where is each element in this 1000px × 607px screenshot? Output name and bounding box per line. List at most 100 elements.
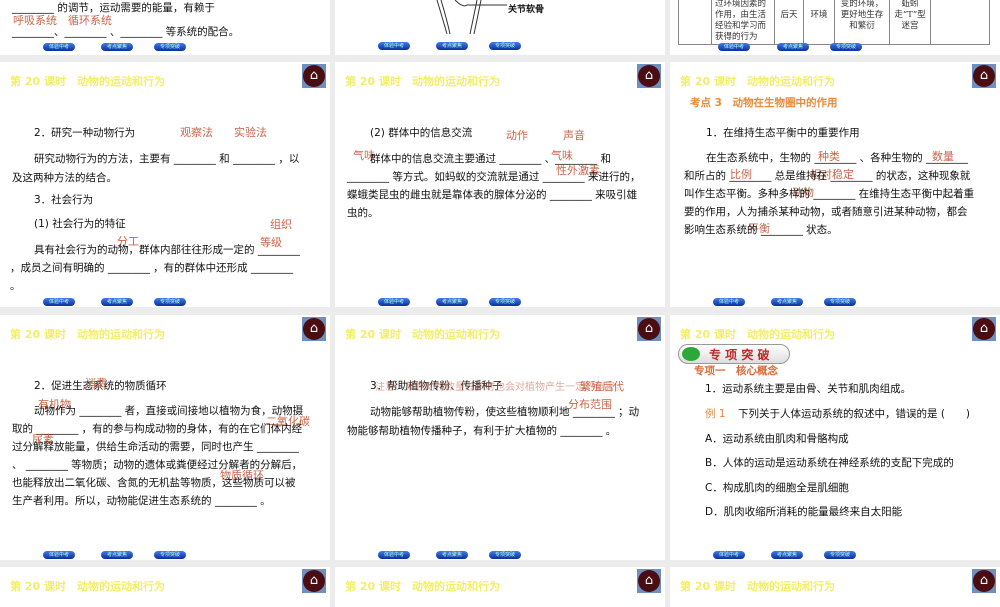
joint-diagram — [436, 0, 507, 35]
paragraph: 和所占的 ________ 总是维持在 ________ 的状态，这种现象就 — [684, 170, 971, 182]
nav-button-3[interactable]: 专项突破 — [489, 298, 521, 306]
nav-button-1[interactable]: 体验中考 — [718, 43, 750, 51]
home-icon: ⌂ — [303, 65, 325, 87]
nav-button-1[interactable]: 体验中考 — [378, 298, 410, 306]
home-button[interactable]: ⌂ — [637, 317, 661, 341]
diagram-label: 关节软骨 — [508, 5, 545, 15]
home-button[interactable]: ⌂ — [972, 569, 996, 593]
heading: 3．社会行为 — [34, 194, 94, 206]
table-cell: 变的环境，更好地生存和繁衍 — [834, 0, 890, 45]
nav-button-2[interactable]: 考点聚焦 — [436, 42, 468, 50]
answer: 声音 — [563, 129, 585, 142]
slide-6[interactable]: 第 20 课时 动物的运动和行为 ⌂ 2．促进生态系统的物质循环 消费 有机物 … — [0, 315, 330, 560]
table-cell: 行为 — [678, 0, 712, 45]
slide-5[interactable]: 第 20 课时 动物的运动和行为 ⌂ 考点 3 动物在生物圈中的作用 1．在维持… — [670, 62, 1000, 307]
nav-button-2[interactable]: 考点聚焦 — [777, 43, 809, 51]
nav-button-1[interactable]: 体验中考 — [378, 551, 410, 559]
section-title: 考点 3 动物在生物圈中的作用 — [690, 97, 838, 109]
green-dot-icon — [682, 347, 700, 361]
nav-button-2[interactable]: 考点聚焦 — [436, 551, 468, 559]
home-button[interactable]: ⌂ — [637, 64, 661, 88]
slide-header: 第 20 课时 动物的运动和行为 — [10, 75, 165, 88]
home-button[interactable]: ⌂ — [637, 569, 661, 593]
paragraph: 取的 ________ ，有的参与构成动物的身体，有的在它们体内经 — [12, 423, 303, 435]
paragraph: 在生态系统中，生物的 ________ 、各种生物的 ________ — [706, 152, 969, 164]
paragraph: 1．运动系统主要是由骨、关节和肌肉组成。 — [705, 383, 912, 395]
nav-button-2[interactable]: 考点聚焦 — [101, 298, 133, 306]
slide-header: 第 20 课时 动物的运动和行为 — [680, 75, 835, 88]
answer: 繁殖后代 — [580, 380, 624, 393]
nav-button-2[interactable]: 考点聚焦 — [771, 298, 803, 306]
home-icon: ⌂ — [638, 318, 660, 340]
slide-8[interactable]: 第 20 课时 动物的运动和行为 ⌂ 专 项 突 破 专项一 核心概念 1．运动… — [670, 315, 1000, 560]
nav-button-3[interactable]: 专项突破 — [489, 42, 521, 50]
nav-button-3[interactable]: 专项突破 — [830, 43, 862, 51]
paragraph: 研究动物行为的方法，主要有 ________ 和 ________ ，以 — [34, 153, 300, 165]
paragraph: 虫的。 — [347, 207, 379, 219]
nav-button-3[interactable]: 专项突破 — [154, 298, 186, 306]
section-banner: 专 项 突 破 — [678, 344, 790, 364]
home-button[interactable]: ⌂ — [302, 317, 326, 341]
paragraph: ________ 等方式。如蚂蚁的交流就是通过 ________ 来进行的， — [347, 171, 641, 183]
slide-text: ________、________ 、________ 等系统的配合。 — [12, 26, 240, 38]
home-icon: ⌂ — [973, 570, 995, 592]
nav-button-2[interactable]: 考点聚焦 — [101, 551, 133, 559]
home-button[interactable]: ⌂ — [972, 64, 996, 88]
slide-header: 第 20 课时 动物的运动和行为 — [680, 328, 835, 341]
option-b: B．人体的运动是运动系统在神经系统的支配下完成的 — [705, 457, 954, 469]
home-button[interactable]: ⌂ — [302, 569, 326, 593]
option-d: D．肌肉收缩所消耗的能量最终来自太阳能 — [705, 506, 903, 518]
example-question: 下列关于人体运动系统的叙述中，错误的是 ( ) — [738, 408, 971, 420]
nav-button-1[interactable]: 体验中考 — [43, 551, 75, 559]
home-icon: ⌂ — [303, 570, 325, 592]
nav-button-1[interactable]: 体验中考 — [713, 551, 745, 559]
home-button[interactable]: ⌂ — [972, 317, 996, 341]
heading: (2) 群体中的信息交流 — [370, 127, 473, 139]
home-button[interactable]: ⌂ — [302, 64, 326, 88]
nav-button-1[interactable]: 体验中考 — [378, 42, 410, 50]
nav-button-3[interactable]: 专项突破 — [824, 298, 856, 306]
heading: 1．在维持生态平衡中的重要作用 — [706, 127, 860, 139]
slide-10[interactable]: 第 20 课时 动物的运动和行为 ⌂ — [335, 567, 665, 607]
paragraph: 叫作生态平衡。多种多样的 ________ 在维持生态平衡中起着重 — [684, 188, 975, 200]
slide-7[interactable]: 第 20 课时 动物的运动和行为 ⌂ 3．帮助植物传粉、传播种子 注意：某些动物… — [335, 315, 665, 560]
table-cell: 后天 — [774, 0, 804, 45]
heading: 2．研究一种动物行为 — [34, 127, 136, 139]
slide-11[interactable]: 第 20 课时 动物的运动和行为 ⌂ — [670, 567, 1000, 607]
nav-button-3[interactable]: 专项突破 — [824, 551, 856, 559]
nav-button-2[interactable]: 考点聚焦 — [101, 43, 133, 51]
option-c: C．构成肌肉的细胞全是肌细胞 — [705, 482, 849, 494]
home-icon: ⌂ — [638, 65, 660, 87]
slide-header: 第 20 课时 动物的运动和行为 — [10, 328, 165, 341]
table-cell: 蚯蚓走“T”型迷宫 — [889, 0, 931, 45]
slide-9[interactable]: 第 20 课时 动物的运动和行为 ⌂ — [0, 567, 330, 607]
option-a: A．运动系统由肌肉和骨骼构成 — [705, 433, 849, 445]
paragraph: 具有社会行为的动物，群体内部往往形成一定的 ________ — [34, 244, 300, 256]
slide-header: 第 20 课时 动物的运动和行为 — [345, 75, 500, 88]
table-cell: 环境 — [803, 0, 835, 45]
answer: 实验法 — [234, 126, 267, 139]
slide-0[interactable]: ________ 的调节，运动需要的能量，有赖于 呼吸系统 循环系统 _____… — [0, 0, 330, 55]
answer: 观察法 — [180, 126, 213, 139]
slide-4[interactable]: 第 20 课时 动物的运动和行为 ⌂ (2) 群体中的信息交流 动作 声音 气味… — [335, 62, 665, 307]
nav-button-2[interactable]: 考点聚焦 — [771, 551, 803, 559]
nav-button-3[interactable]: 专项突破 — [154, 43, 186, 51]
slide-2[interactable]: 行为 的基础上，通过环境因素的作用，由生活经验和学习而获得的行为 后天 环境 变… — [670, 0, 1000, 55]
nav-button-3[interactable]: 专项突破 — [154, 551, 186, 559]
paragraph: 及这两种方法的结合。 — [12, 172, 117, 184]
answer: 动作 — [506, 129, 528, 142]
paragraph: 要的作用，人为捕杀某种动物，或者随意引进某种动物，都会 — [684, 206, 968, 218]
home-icon: ⌂ — [973, 65, 995, 87]
nav-button-1[interactable]: 体验中考 — [713, 298, 745, 306]
nav-button-1[interactable]: 体验中考 — [43, 298, 75, 306]
nav-button-2[interactable]: 考点聚焦 — [436, 298, 468, 306]
heading: (1) 社会行为的特征 — [34, 218, 126, 230]
nav-button-3[interactable]: 专项突破 — [489, 551, 521, 559]
table-cell: 的基础上，通过环境因素的作用，由生活经验和学习而获得的行为 — [711, 0, 775, 45]
slide-3[interactable]: 第 20 课时 动物的运动和行为 ⌂ 2．研究一种动物行为 观察法 实验法 研究… — [0, 62, 330, 307]
slide-header: 第 20 课时 动物的运动和行为 — [680, 580, 835, 593]
slide-1[interactable]: 关节软骨 体验中考 考点聚焦 专项突破 — [335, 0, 665, 55]
nav-button-1[interactable]: 体验中考 — [43, 43, 75, 51]
behavior-table: 行为 的基础上，通过环境因素的作用，由生活经验和学习而获得的行为 后天 环境 变… — [678, 0, 990, 45]
home-icon: ⌂ — [638, 570, 660, 592]
